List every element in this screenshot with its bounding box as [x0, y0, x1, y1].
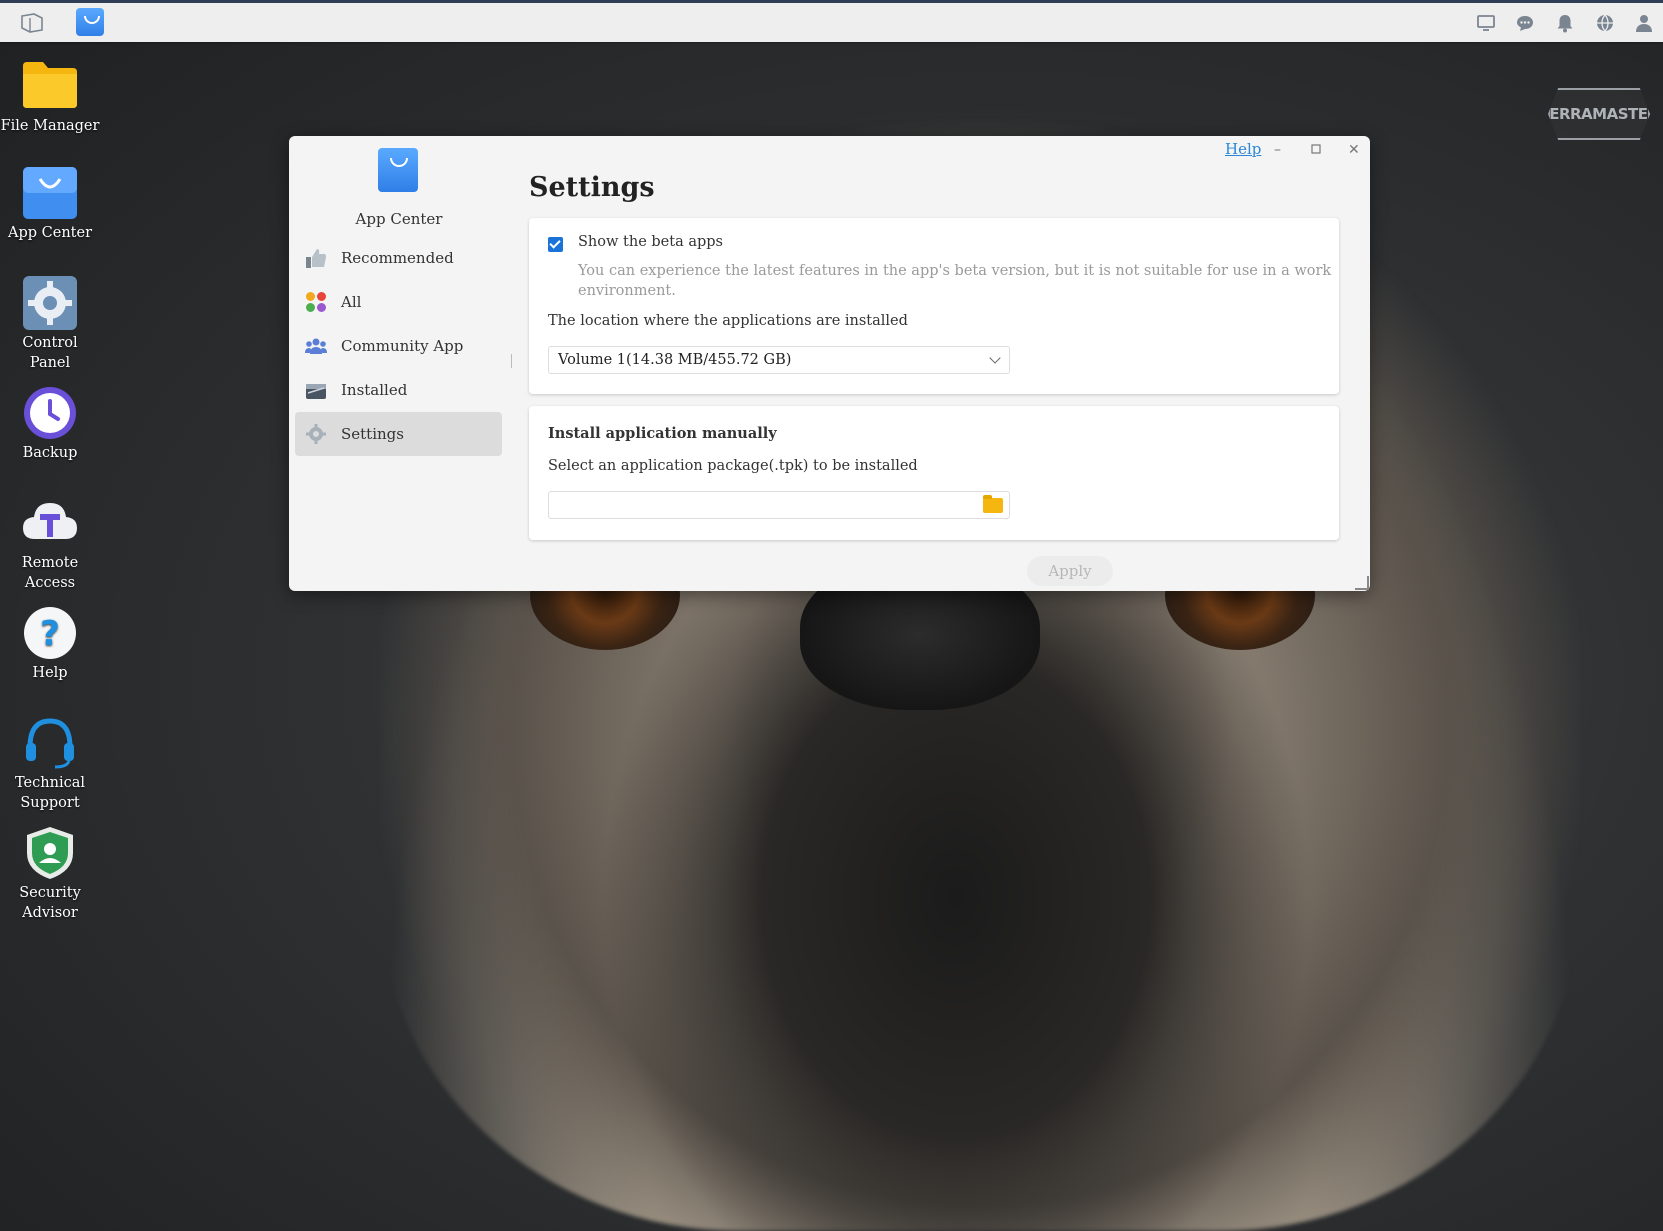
desktop-control-panel[interactable]: Control Panel	[0, 275, 100, 373]
installed-icon	[305, 379, 327, 401]
app-center-logo-icon	[378, 148, 418, 192]
sidebar-item-label: All	[341, 293, 362, 311]
thumbs-up-icon	[305, 247, 327, 269]
desktop-label: App Center	[8, 225, 92, 241]
desktop-label: File Manager	[0, 118, 100, 134]
terramaster-logo: TERRAMASTER	[1548, 88, 1650, 140]
maximize-icon[interactable]	[1311, 142, 1321, 158]
community-icon	[305, 335, 327, 357]
gear-icon	[21, 275, 79, 330]
sidebar-item-label: Community App	[341, 337, 464, 355]
desktop-file-manager[interactable]: File Manager	[0, 58, 100, 136]
beta-apps-description-line1: You can experience the latest features i…	[578, 263, 1332, 279]
grid-icon	[305, 291, 327, 313]
desktop-security-advisor[interactable]: Security Advisor	[0, 825, 100, 923]
desktop-help[interactable]: ? Help	[0, 605, 100, 683]
sidebar: App Center Recommended All Community App…	[289, 136, 504, 591]
desktop-backup[interactable]: Backup	[0, 385, 100, 463]
svg-text:?: ?	[40, 614, 60, 654]
desktop-remote-access[interactable]: Remote Access	[0, 495, 100, 593]
taskbar	[0, 0, 1663, 42]
user-icon[interactable]	[1632, 11, 1656, 35]
sidebar-resize-handle[interactable]	[511, 354, 512, 368]
app-center-window: Help – ✕ App Center Recommended All Comm…	[289, 136, 1370, 591]
sidebar-item-recommended[interactable]: Recommended	[295, 236, 502, 280]
beta-apps-label: Show the beta apps	[578, 234, 723, 250]
sidebar-item-label: Installed	[341, 381, 408, 399]
folder-icon[interactable]	[983, 495, 1003, 513]
install-location-select[interactable]: Volume 1(14.38 MB/455.72 GB)	[548, 346, 1010, 374]
show-desktop-icon[interactable]	[20, 11, 44, 35]
desktop-label: Backup	[22, 445, 78, 461]
bell-icon[interactable]	[1553, 11, 1577, 35]
general-settings-card: Show the beta apps You can experience th…	[529, 218, 1339, 394]
sidebar-item-community-app[interactable]: Community App	[295, 324, 502, 368]
chat-icon[interactable]	[1513, 11, 1537, 35]
manual-install-description: Select an application package(.tpk) to b…	[548, 458, 918, 474]
desktop-label-line2: Advisor	[22, 905, 78, 921]
cloud-t-icon	[21, 495, 79, 549]
manual-install-title: Install application manually	[548, 425, 777, 442]
install-location-value: Volume 1(14.38 MB/455.72 GB)	[558, 352, 792, 368]
folder-icon	[21, 58, 79, 112]
sidebar-item-label: Recommended	[341, 249, 454, 267]
beta-apps-description-line2: environment.	[578, 283, 676, 299]
beta-apps-checkbox[interactable]	[548, 237, 563, 252]
sidebar-app-name: App Center	[355, 210, 443, 228]
install-location-label: The location where the applications are …	[548, 313, 908, 329]
shopping-bag-icon	[21, 165, 79, 219]
question-icon: ?	[21, 605, 79, 659]
page-title: Settings	[529, 172, 655, 203]
chevron-down-icon	[989, 352, 1001, 364]
desktop-label: Help	[32, 665, 68, 681]
help-link[interactable]: Help	[1225, 140, 1261, 158]
globe-icon[interactable]	[1593, 11, 1617, 35]
sidebar-item-all[interactable]: All	[295, 280, 502, 324]
taskbar-app-center[interactable]	[76, 8, 104, 36]
shield-icon	[21, 825, 79, 879]
desktop-label-line2: Support	[20, 795, 80, 811]
desktop-technical-support[interactable]: Technical Support	[0, 715, 100, 813]
close-icon[interactable]: ✕	[1348, 142, 1360, 158]
sidebar-item-label: Settings	[341, 425, 404, 443]
desktop-label: Control Panel	[22, 335, 78, 371]
desktop-label: Remote Access	[21, 555, 79, 591]
desktop-label-line1: Security	[19, 885, 81, 901]
monitor-icon[interactable]	[1474, 11, 1498, 35]
minimize-icon[interactable]: –	[1274, 142, 1281, 158]
window-resize-handle[interactable]	[1355, 576, 1369, 590]
manual-install-card: Install application manually Select an a…	[529, 406, 1339, 540]
gear-icon	[305, 423, 327, 445]
apply-button[interactable]: Apply	[1027, 556, 1113, 586]
clock-icon	[21, 385, 79, 439]
desktop-app-center[interactable]: App Center	[0, 165, 100, 243]
headset-icon	[21, 715, 79, 769]
sidebar-item-installed[interactable]: Installed	[295, 368, 502, 412]
sidebar-item-settings[interactable]: Settings	[295, 412, 502, 456]
package-file-input[interactable]	[548, 491, 1010, 519]
desktop-label-line1: Technical	[15, 775, 85, 791]
